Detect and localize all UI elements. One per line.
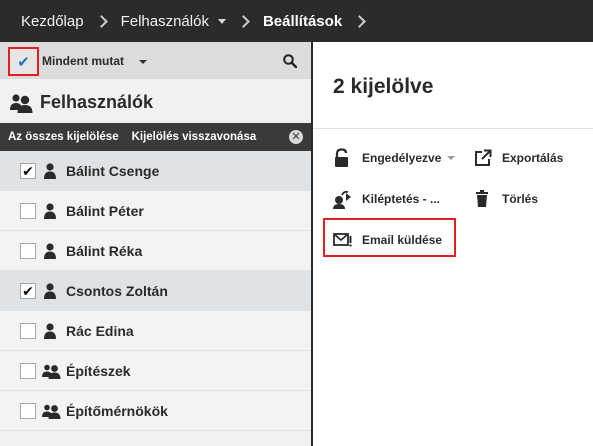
selection-actions-bar: Az összes kijelölése Kijelölés visszavon… xyxy=(0,123,311,151)
section-title-label: Felhasználók xyxy=(40,92,154,112)
checkbox[interactable] xyxy=(20,243,36,259)
delete-button[interactable]: Törlés xyxy=(473,189,538,209)
selection-title: 2 kijelölve xyxy=(333,75,434,98)
breadcrumb: Kezdőlap Felhasználók Beállítások xyxy=(0,0,593,42)
select-mode-button[interactable]: ✔ xyxy=(8,47,39,76)
group-name: Építőmérnökök xyxy=(66,403,168,419)
divider xyxy=(313,128,593,129)
list-item[interactable]: ✔ Csontos Zoltán xyxy=(0,271,311,311)
logout-icon xyxy=(333,190,351,209)
breadcrumb-users[interactable]: Felhasználók xyxy=(121,13,209,30)
send-email-button[interactable]: Email küldése xyxy=(333,230,442,250)
chevron-right-icon xyxy=(237,14,250,28)
checkbox[interactable] xyxy=(20,203,36,219)
user-icon xyxy=(44,243,56,259)
chevron-right-icon xyxy=(94,14,108,28)
enable-label: Engedélyezve xyxy=(362,151,442,165)
users-icon xyxy=(10,93,33,113)
trash-icon xyxy=(476,190,488,207)
user-list: ✔ Bálint Csenge Bálint Péter Bálint Réka… xyxy=(0,151,311,431)
envelope-alert-icon xyxy=(333,233,352,247)
list-item[interactable]: Bálint Péter xyxy=(0,191,311,231)
search-icon[interactable] xyxy=(283,54,297,68)
list-item[interactable]: Építőmérnökök xyxy=(0,391,311,431)
logout-button[interactable]: Kiléptetés - ... xyxy=(333,189,440,209)
send-email-label: Email küldése xyxy=(362,233,443,247)
checkmark-icon: ✔ xyxy=(17,53,30,71)
chevron-down-icon[interactable] xyxy=(139,60,147,64)
checkbox[interactable] xyxy=(20,323,36,339)
list-item[interactable]: Rác Edina xyxy=(0,311,311,351)
logout-label: Kiléptetés - ... xyxy=(362,192,441,206)
checkbox[interactable] xyxy=(20,363,36,379)
users-panel: ✔ Mindent mutat Felhasználók Az összes k… xyxy=(0,42,311,446)
unlock-icon xyxy=(335,148,348,167)
list-item[interactable]: Építészek xyxy=(0,351,311,391)
delete-label: Törlés xyxy=(502,192,539,206)
filter-bar: ✔ Mindent mutat xyxy=(0,42,311,79)
export-button[interactable]: Exportálás xyxy=(473,148,563,168)
enable-dropdown[interactable]: Engedélyezve xyxy=(333,148,456,168)
user-icon xyxy=(44,203,56,219)
group-name: Építészek xyxy=(66,363,131,379)
user-name: Bálint Réka xyxy=(66,243,143,259)
user-name: Bálint Péter xyxy=(66,203,144,219)
user-name: Csontos Zoltán xyxy=(66,283,168,299)
user-name: Rác Edina xyxy=(66,323,134,339)
external-link-icon xyxy=(475,149,492,166)
deselect-button[interactable]: Kijelölés visszavonása xyxy=(132,131,257,143)
filter-dropdown[interactable]: Mindent mutat xyxy=(42,54,124,68)
list-item[interactable]: Bálint Réka xyxy=(0,231,311,271)
list-item[interactable]: ✔ Bálint Csenge xyxy=(0,151,311,191)
chevron-right-icon xyxy=(353,14,367,28)
breadcrumb-home[interactable]: Kezdőlap xyxy=(21,13,84,30)
chevron-down-icon xyxy=(447,156,456,160)
checkbox[interactable]: ✔ xyxy=(20,283,36,299)
export-label: Exportálás xyxy=(502,151,564,165)
user-name: Bálint Csenge xyxy=(66,163,160,179)
breadcrumb-settings: Beállítások xyxy=(262,12,343,30)
bulk-actions-panel: 2 kijelölve Engedélyezve Exportálás Kilé… xyxy=(313,42,593,446)
user-icon xyxy=(44,283,56,299)
checkbox[interactable]: ✔ xyxy=(20,163,36,179)
section-title: Felhasználók xyxy=(10,92,153,113)
select-all-button[interactable]: Az összes kijelölése xyxy=(8,131,119,143)
user-icon xyxy=(44,163,56,179)
close-icon[interactable]: ✕ xyxy=(289,130,303,144)
chevron-down-icon[interactable] xyxy=(217,18,226,24)
group-icon xyxy=(42,404,61,419)
checkbox[interactable] xyxy=(20,403,36,419)
group-icon xyxy=(42,364,61,379)
user-icon xyxy=(44,323,56,339)
